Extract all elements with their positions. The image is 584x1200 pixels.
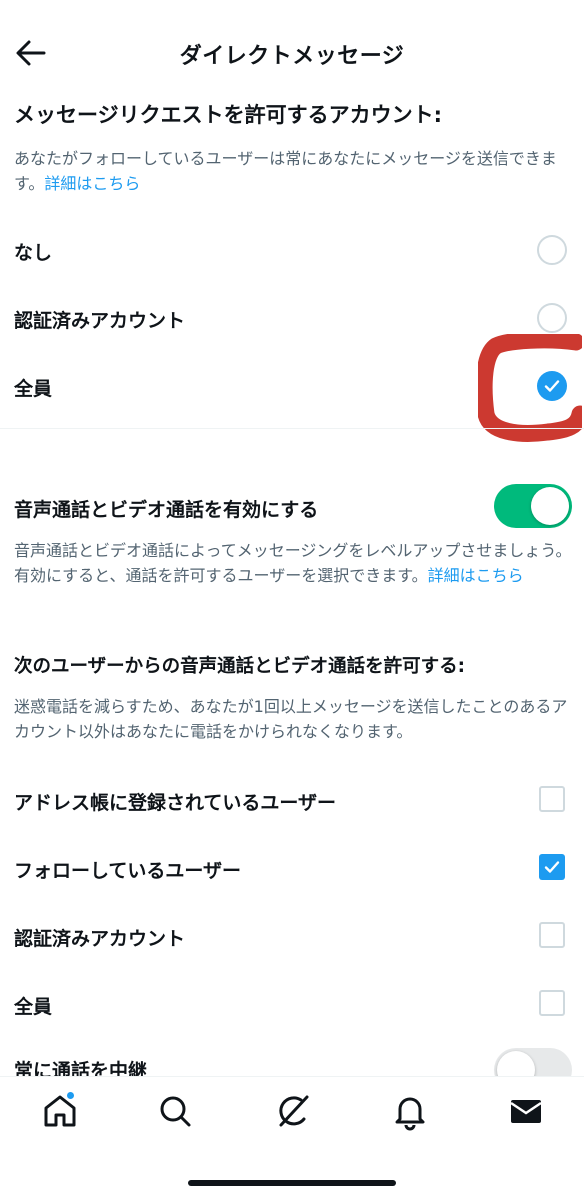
tab-search[interactable]: [155, 1091, 195, 1131]
checkbox-following[interactable]: [539, 854, 565, 880]
checkbox-everyone[interactable]: [539, 990, 565, 1016]
checkmark-icon: [544, 861, 560, 873]
learn-more-link[interactable]: 詳細はこちら: [44, 174, 140, 193]
checkbox-option-everyone[interactable]: 全員: [0, 980, 584, 1030]
checkmark-icon: [544, 380, 560, 392]
bell-icon: [395, 1097, 425, 1131]
page-title: ダイレクトメッセージ: [179, 44, 405, 69]
radio-option-everyone[interactable]: 全員: [0, 362, 584, 412]
section-divider: [0, 428, 584, 429]
option-label: 全員: [14, 378, 53, 400]
message-requests-heading: メッセージリクエストを許可するアカウント:: [14, 103, 442, 127]
checkbox-option-address-book[interactable]: アドレス帳に登録されているユーザー: [0, 776, 584, 826]
radio-button-everyone[interactable]: [537, 371, 567, 401]
notification-dot: [66, 1091, 75, 1100]
tab-grok[interactable]: [273, 1091, 313, 1131]
option-label: 認証済みアカウント: [14, 310, 186, 332]
call-permissions-description: 迷惑電話を減らすため、あなたが1回以上メッセージを送信したことのあるアカウント以…: [14, 697, 568, 741]
search-icon: [160, 1096, 191, 1127]
calls-description: 音声通話とビデオ通話によってメッセージングをレベルアップさせましょう。有効にする…: [14, 541, 572, 585]
option-label: 認証済みアカウント: [14, 928, 186, 950]
option-label: アドレス帳に登録されているユーザー: [14, 792, 337, 814]
learn-more-link[interactable]: 詳細はこちら: [428, 566, 524, 585]
option-label: なし: [14, 242, 53, 264]
toggle-knob: [531, 487, 569, 525]
calls-toggle-row[interactable]: 音声通話とビデオ通話を有効にする: [0, 484, 584, 532]
mail-icon: [510, 1100, 542, 1123]
top-bar: ダイレクトメッセージ: [0, 0, 584, 106]
radio-option-none[interactable]: なし: [0, 226, 584, 276]
tab-notifications[interactable]: [390, 1091, 430, 1131]
grok-icon: [279, 1095, 309, 1127]
calls-toggle-label: 音声通話とビデオ通話を有効にする: [14, 499, 319, 521]
option-label: フォローしているユーザー: [14, 860, 242, 882]
calls-toggle-switch[interactable]: [494, 484, 572, 528]
radio-option-verified[interactable]: 認証済みアカウント: [0, 294, 584, 344]
radio-button-verified[interactable]: [537, 303, 567, 333]
home-indicator: [188, 1180, 396, 1186]
checkbox-verified[interactable]: [539, 922, 565, 948]
checkbox-address-book[interactable]: [539, 786, 565, 812]
message-requests-description: あなたがフォローしているユーザーは常にあなたにメッセージを送信できます。詳細はこ…: [14, 149, 557, 193]
checkbox-option-verified[interactable]: 認証済みアカウント: [0, 912, 584, 962]
radio-button-none[interactable]: [537, 235, 567, 265]
option-label: 全員: [14, 996, 53, 1018]
tab-messages[interactable]: [506, 1091, 546, 1131]
call-permissions-heading: 次のユーザーからの音声通話とビデオ通話を許可する:: [14, 656, 466, 677]
checkbox-option-following[interactable]: フォローしているユーザー: [0, 844, 584, 894]
